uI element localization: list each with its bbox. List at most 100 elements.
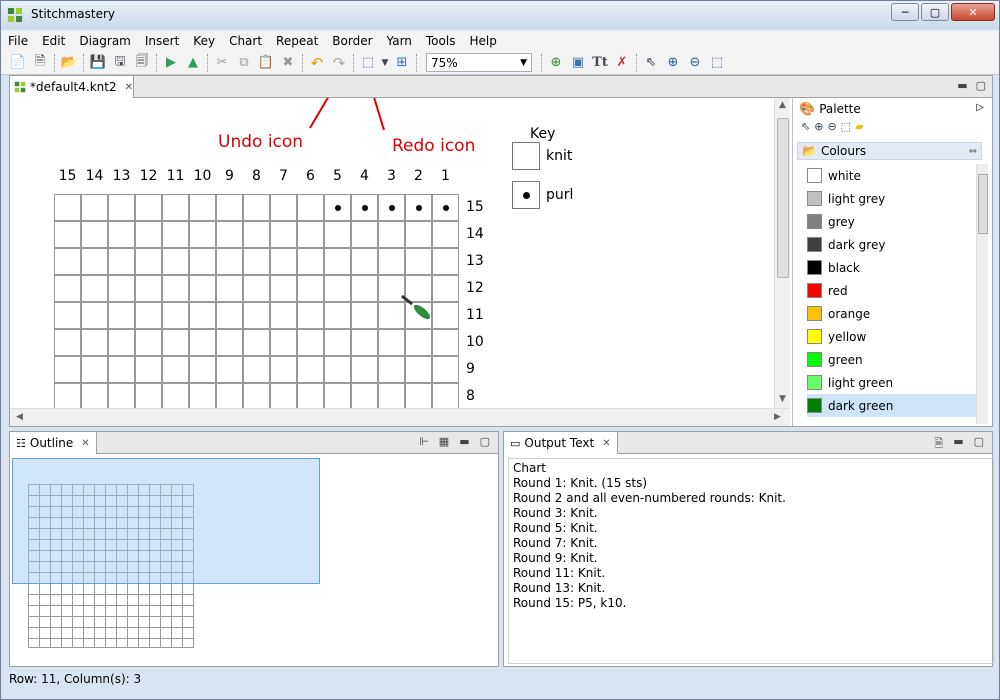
key-item-purl[interactable]: purl xyxy=(512,181,573,209)
chart-cell[interactable] xyxy=(81,248,108,275)
minimize-view-icon[interactable]: ▬ xyxy=(957,79,967,92)
chart-cell[interactable] xyxy=(189,275,216,302)
delete-icon[interactable]: ✖ xyxy=(277,53,299,73)
chart-cell[interactable] xyxy=(162,275,189,302)
arrange-icon[interactable]: ⊞ xyxy=(391,53,413,73)
chart-cell[interactable] xyxy=(432,248,459,275)
key-item-knit[interactable]: knit xyxy=(512,142,572,170)
chart-cell[interactable] xyxy=(324,248,351,275)
chart-cell[interactable] xyxy=(81,383,108,408)
tab-output-text[interactable]: ▭ Output Text ✕ xyxy=(504,432,618,454)
close-tab-icon[interactable]: ✕ xyxy=(125,82,133,93)
cut-icon[interactable]: ✂ xyxy=(211,53,233,73)
chart-cell[interactable] xyxy=(54,275,81,302)
paste-icon[interactable]: 📋 xyxy=(255,53,277,73)
chart-cell[interactable] xyxy=(324,194,351,221)
colour-item[interactable]: green xyxy=(807,348,977,371)
chart-cell[interactable] xyxy=(405,194,432,221)
chart-cell[interactable] xyxy=(432,356,459,383)
chart-cell[interactable] xyxy=(216,329,243,356)
menu-tools[interactable]: Tools xyxy=(419,31,463,51)
chart-cell[interactable] xyxy=(351,221,378,248)
chart-cell[interactable] xyxy=(189,302,216,329)
chart-cell[interactable] xyxy=(270,383,297,408)
chart-cell[interactable] xyxy=(135,248,162,275)
chart-cell[interactable] xyxy=(81,194,108,221)
chart-cell[interactable] xyxy=(135,356,162,383)
scroll-left-icon[interactable]: ◀ xyxy=(16,412,23,422)
colour-item[interactable]: red xyxy=(807,279,977,302)
chart-cell[interactable] xyxy=(108,248,135,275)
chart-cell[interactable] xyxy=(162,248,189,275)
chart-cell[interactable] xyxy=(351,383,378,408)
colour-item[interactable]: black xyxy=(807,256,977,279)
close-output-icon[interactable]: ✕ xyxy=(602,438,610,449)
menu-help[interactable]: Help xyxy=(462,31,503,51)
chart-cell[interactable] xyxy=(405,221,432,248)
chart-cell[interactable] xyxy=(108,194,135,221)
new-from-template-icon[interactable]: 🗎 xyxy=(29,53,51,73)
colour-item[interactable]: dark grey xyxy=(807,233,977,256)
scroll-thumb[interactable] xyxy=(777,118,789,278)
menu-file[interactable]: File xyxy=(1,31,35,51)
chart-cell[interactable] xyxy=(81,221,108,248)
open-folder-icon[interactable]: 📂 xyxy=(58,53,80,73)
dropdown-arrow-icon[interactable]: ▼ xyxy=(379,53,391,73)
chart-cell[interactable] xyxy=(243,356,270,383)
colour-item[interactable]: dark green xyxy=(807,394,977,417)
chart-cell[interactable] xyxy=(81,356,108,383)
colour-item[interactable]: grey xyxy=(807,210,977,233)
menu-repeat[interactable]: Repeat xyxy=(269,31,325,51)
chart-canvas[interactable]: 151413121110987654321 151413121110987 Ke… xyxy=(10,98,774,408)
chart-cell[interactable] xyxy=(405,356,432,383)
chart-cell[interactable] xyxy=(54,356,81,383)
chart-cell[interactable] xyxy=(270,356,297,383)
chart-cell[interactable] xyxy=(270,248,297,275)
chart-cell[interactable] xyxy=(378,221,405,248)
colours-drawer[interactable]: 📂 Colours ⇔ xyxy=(797,142,982,160)
chart-cell[interactable] xyxy=(162,329,189,356)
chart-cell[interactable] xyxy=(135,221,162,248)
colour-item[interactable]: light green xyxy=(807,371,977,394)
chart-cell[interactable] xyxy=(270,275,297,302)
chart-cell[interactable] xyxy=(324,302,351,329)
chart-cell[interactable] xyxy=(432,221,459,248)
minimize-button[interactable]: ─ xyxy=(891,3,919,21)
chart-cell[interactable] xyxy=(270,221,297,248)
menu-border[interactable]: Border xyxy=(325,31,379,51)
chart-cell[interactable] xyxy=(324,221,351,248)
save-icon[interactable]: 💾 xyxy=(87,53,109,73)
menu-edit[interactable]: Edit xyxy=(35,31,72,51)
document-icon[interactable]: 🗎 xyxy=(934,435,943,454)
chart-cell[interactable] xyxy=(189,329,216,356)
maximize-button[interactable]: ▢ xyxy=(921,3,949,21)
palette-collapse-icon[interactable]: ▷ xyxy=(976,102,984,113)
chart-cell[interactable] xyxy=(324,383,351,408)
chart-cell[interactable] xyxy=(189,194,216,221)
chart-cell[interactable] xyxy=(108,329,135,356)
remove-icon[interactable]: ✗ xyxy=(611,53,633,73)
menu-chart[interactable]: Chart xyxy=(222,31,269,51)
chart-cell[interactable] xyxy=(54,248,81,275)
chart-cell[interactable] xyxy=(405,383,432,408)
chart-cell[interactable] xyxy=(378,248,405,275)
chart-cell[interactable] xyxy=(216,383,243,408)
chart-cell[interactable] xyxy=(135,302,162,329)
zoom-select[interactable]: 75% ▼ xyxy=(426,53,532,72)
colour-item[interactable]: light grey xyxy=(807,187,977,210)
close-outline-icon[interactable]: ✕ xyxy=(81,438,89,449)
chart-cell[interactable] xyxy=(81,329,108,356)
scroll-right-icon[interactable]: ▶ xyxy=(774,412,781,422)
chart-cell[interactable] xyxy=(243,383,270,408)
drawer-pin-icon[interactable]: ⇔ xyxy=(969,146,977,157)
play-icon[interactable]: ▶ xyxy=(160,53,182,73)
canvas-horizontal-scrollbar[interactable]: ◀ ▶ xyxy=(10,408,790,426)
close-button[interactable]: ✕ xyxy=(951,3,995,21)
chart-cell[interactable] xyxy=(216,248,243,275)
chart-cell[interactable] xyxy=(432,302,459,329)
chart-cell[interactable] xyxy=(351,194,378,221)
chart-cell[interactable] xyxy=(297,248,324,275)
chart-cell[interactable] xyxy=(270,302,297,329)
chart-cell[interactable] xyxy=(162,356,189,383)
chart-cell[interactable] xyxy=(297,329,324,356)
